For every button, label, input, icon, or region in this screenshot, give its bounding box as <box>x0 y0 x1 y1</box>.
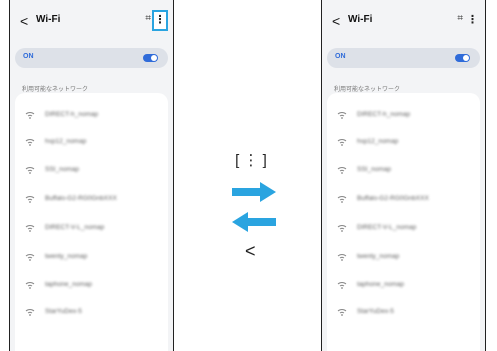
back-chevron-icon[interactable]: < <box>20 14 28 28</box>
qr-scan-icon[interactable]: ⌗ <box>145 13 151 24</box>
network-name: SSI_nomap <box>357 166 391 173</box>
wifi-icon <box>337 112 347 119</box>
network-item[interactable]: DIRECT-V-L_nomap <box>327 218 480 238</box>
network-name: taphone_nomap <box>357 281 404 288</box>
network-item[interactable]: Buffalo-G2-RG0GnbXXX <box>15 189 168 209</box>
back-key-label: < <box>245 241 256 261</box>
wifi-screen-before: < Wi-Fi ⌗ ⋮ ON 利用可能なネットワーク DIRECT-h_noma… <box>9 0 174 351</box>
network-name: DIRECT-V-L_nomap <box>45 224 105 231</box>
qr-scan-icon[interactable]: ⌗ <box>457 13 463 24</box>
network-item[interactable]: SSI_nomap <box>327 160 480 180</box>
network-list: DIRECT-h_nomap hsp12_nomap SSI_nomap Buf… <box>15 93 168 351</box>
network-item[interactable]: Buffalo-G2-RG0GnbXXX <box>327 189 480 209</box>
network-item[interactable]: SSI_nomap <box>15 160 168 180</box>
network-name: StarYuDex-5 <box>45 308 82 315</box>
available-networks-label: 利用可能なネットワーク <box>334 87 401 93</box>
wifi-on-label: ON <box>23 53 34 60</box>
network-item[interactable]: hsp12_nomap <box>327 132 480 152</box>
wifi-icon <box>25 139 35 146</box>
network-name: Buffalo-G2-RG0GnbXXX <box>45 195 117 202</box>
page-title: Wi-Fi <box>36 14 61 25</box>
network-name: DIRECT-V-L_nomap <box>357 224 417 231</box>
wifi-screen-after: < Wi-Fi ⌗ ⋮ ON 利用可能なネットワーク DIRECT-h_noma… <box>321 0 486 351</box>
network-item[interactable]: DIRECT-V-L_nomap <box>15 218 168 238</box>
arrow-left-icon <box>232 212 276 232</box>
wifi-icon <box>25 309 35 316</box>
wifi-icon <box>25 282 35 289</box>
wifi-icon <box>25 254 35 261</box>
network-item[interactable]: DIRECT-h_nomap <box>15 105 168 125</box>
more-options-key-label: [ ⋮ ] <box>235 152 267 169</box>
wifi-toggle-switch[interactable] <box>455 54 470 62</box>
wifi-icon <box>337 309 347 316</box>
network-item[interactable]: taphone_nomap <box>327 275 480 295</box>
header: < Wi-Fi ⌗ ⋮ <box>322 0 485 40</box>
wifi-toggle-switch[interactable] <box>143 54 158 62</box>
network-name: SSI_nomap <box>45 166 79 173</box>
wifi-toggle-row[interactable]: ON <box>327 48 480 68</box>
wifi-icon <box>25 225 35 232</box>
more-options-icon[interactable]: ⋮ <box>467 12 478 28</box>
network-name: twenty_nomap <box>357 253 400 260</box>
more-options-icon[interactable]: ⋮ <box>152 10 168 31</box>
network-name: hsp12_nomap <box>357 138 399 145</box>
wifi-icon <box>337 139 347 146</box>
page-title: Wi-Fi <box>348 14 373 25</box>
network-item[interactable]: taphone_nomap <box>15 275 168 295</box>
network-item[interactable]: StarYuDex-5 <box>15 302 168 322</box>
wifi-icon <box>337 167 347 174</box>
wifi-icon <box>25 167 35 174</box>
network-item[interactable]: StarYuDex-5 <box>327 302 480 322</box>
network-list: DIRECT-h_nomap hsp12_nomap SSI_nomap Buf… <box>327 93 480 351</box>
wifi-icon <box>337 196 347 203</box>
wifi-icon <box>25 196 35 203</box>
network-item[interactable]: twenty_nomap <box>327 247 480 267</box>
network-name: hsp12_nomap <box>45 138 87 145</box>
instruction-panel: [ ⋮ ] < <box>210 0 290 351</box>
network-name: taphone_nomap <box>45 281 92 288</box>
wifi-icon <box>337 282 347 289</box>
wifi-icon <box>25 112 35 119</box>
header: < Wi-Fi ⌗ ⋮ <box>10 0 173 40</box>
wifi-icon <box>337 254 347 261</box>
network-item[interactable]: twenty_nomap <box>15 247 168 267</box>
network-name: twenty_nomap <box>45 253 88 260</box>
available-networks-label: 利用可能なネットワーク <box>22 87 89 93</box>
network-name: DIRECT-h_nomap <box>357 111 411 118</box>
network-item[interactable]: hsp12_nomap <box>15 132 168 152</box>
network-name: Buffalo-G2-RG0GnbXXX <box>357 195 429 202</box>
wifi-on-label: ON <box>335 53 346 60</box>
wifi-toggle-row[interactable]: ON <box>15 48 168 68</box>
network-name: StarYuDex-5 <box>357 308 394 315</box>
network-item[interactable]: DIRECT-h_nomap <box>327 105 480 125</box>
network-name: DIRECT-h_nomap <box>45 111 99 118</box>
back-chevron-icon[interactable]: < <box>332 14 340 28</box>
wifi-icon <box>337 225 347 232</box>
arrow-right-icon <box>232 182 276 202</box>
